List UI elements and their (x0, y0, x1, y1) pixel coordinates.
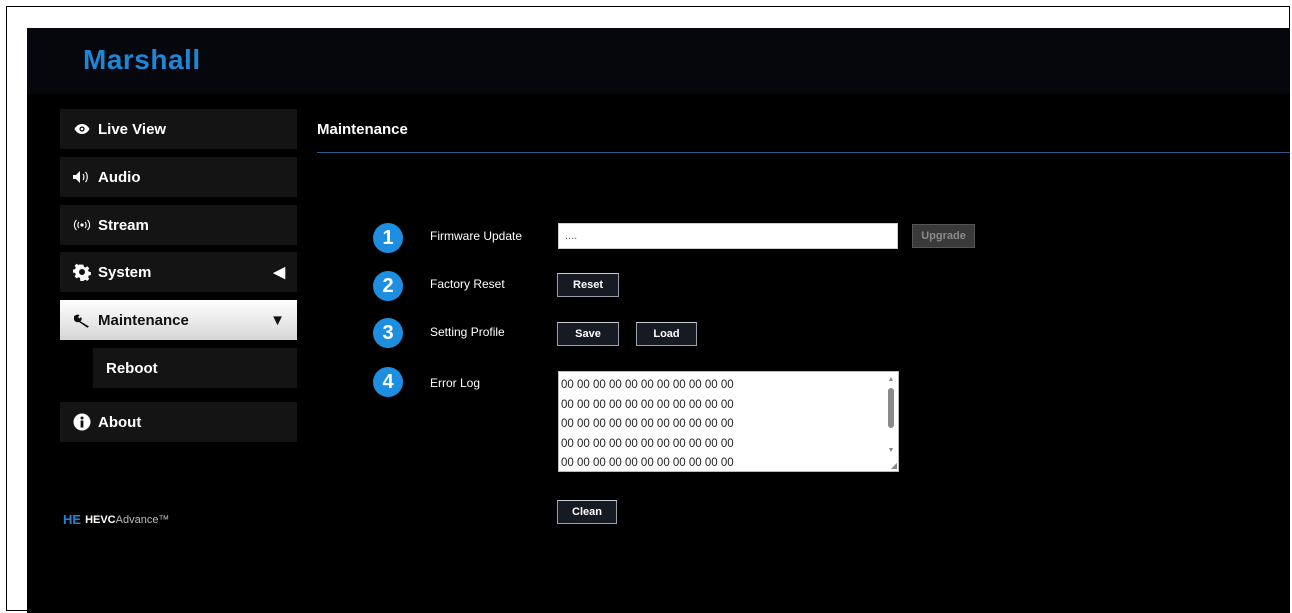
clean-log-button[interactable]: Clean (557, 500, 617, 524)
error-log-textarea[interactable]: 00 00 00 00 00 00 00 00 00 00 00 00 00 0… (558, 371, 899, 472)
broadcast-icon (72, 218, 92, 232)
error-log-scrollbar[interactable]: ▲ ▼ (884, 372, 898, 471)
sidebar-item-system[interactable]: System ◀ (60, 252, 297, 292)
info-icon (72, 413, 92, 431)
setting-profile-label: Setting Profile (430, 325, 505, 339)
sidebar-item-stream[interactable]: Stream (60, 205, 297, 245)
factory-reset-label: Factory Reset (430, 277, 505, 291)
wrench-icon (72, 312, 92, 328)
title-divider (317, 152, 1290, 153)
firmware-update-label: Firmware Update (430, 229, 523, 243)
hevc-advance-logo: HE HEVC Advance™ (63, 512, 169, 527)
reset-button[interactable]: Reset (557, 273, 619, 297)
step-badge-1: 1 (373, 223, 403, 253)
sidebar-item-maintenance[interactable]: Maintenance ▼ (60, 300, 297, 340)
upgrade-button[interactable]: Upgrade (912, 224, 975, 248)
sidebar-subitem-label: Reboot (106, 359, 158, 377)
sidebar-item-label: Maintenance (98, 311, 189, 329)
step-badge-4: 4 (373, 367, 403, 397)
collapse-arrow-icon: ◀ (273, 264, 285, 281)
expand-arrow-icon: ▼ (270, 311, 285, 329)
error-log-label: Error Log (430, 376, 481, 390)
sidebar-item-live-view[interactable]: Live View (60, 109, 297, 149)
step-badge-3: 3 (373, 318, 403, 348)
firmware-file-input[interactable] (558, 223, 898, 249)
page-title: Maintenance (317, 121, 408, 138)
load-profile-button[interactable]: Load (636, 322, 697, 346)
sidebar-item-label: System (98, 263, 152, 281)
sidebar-item-label: About (98, 413, 142, 431)
sidebar-item-about[interactable]: About (60, 402, 297, 442)
sidebar-item-label: Audio (98, 168, 141, 186)
sidebar-item-label: Stream (98, 216, 149, 234)
hevc-logo-bold: HEVC (85, 513, 116, 526)
app-window: Marshall Live View Audio Stream System ◀… (27, 28, 1290, 613)
scroll-up-icon[interactable]: ▲ (884, 373, 898, 385)
save-profile-button[interactable]: Save (557, 322, 619, 346)
resize-grip-icon[interactable]: ◢ (891, 461, 897, 470)
scroll-down-icon[interactable]: ▼ (884, 444, 898, 456)
speaker-icon (72, 170, 92, 184)
header: Marshall (27, 28, 1290, 94)
scroll-thumb[interactable] (888, 388, 894, 428)
sidebar-subitem-reboot[interactable]: Reboot (93, 348, 297, 388)
sidebar-item-label: Live View (98, 120, 167, 138)
step-badge-2: 2 (373, 271, 403, 301)
eye-icon (72, 123, 92, 135)
hevc-logo-thin: Advance™ (115, 513, 170, 526)
brand-logo: Marshall (83, 44, 201, 75)
error-log-content: 00 00 00 00 00 00 00 00 00 00 00 00 00 0… (561, 379, 734, 469)
gear-icon (72, 263, 92, 281)
sidebar-item-audio[interactable]: Audio (60, 157, 297, 197)
hevc-mark-icon: HE (63, 512, 82, 527)
